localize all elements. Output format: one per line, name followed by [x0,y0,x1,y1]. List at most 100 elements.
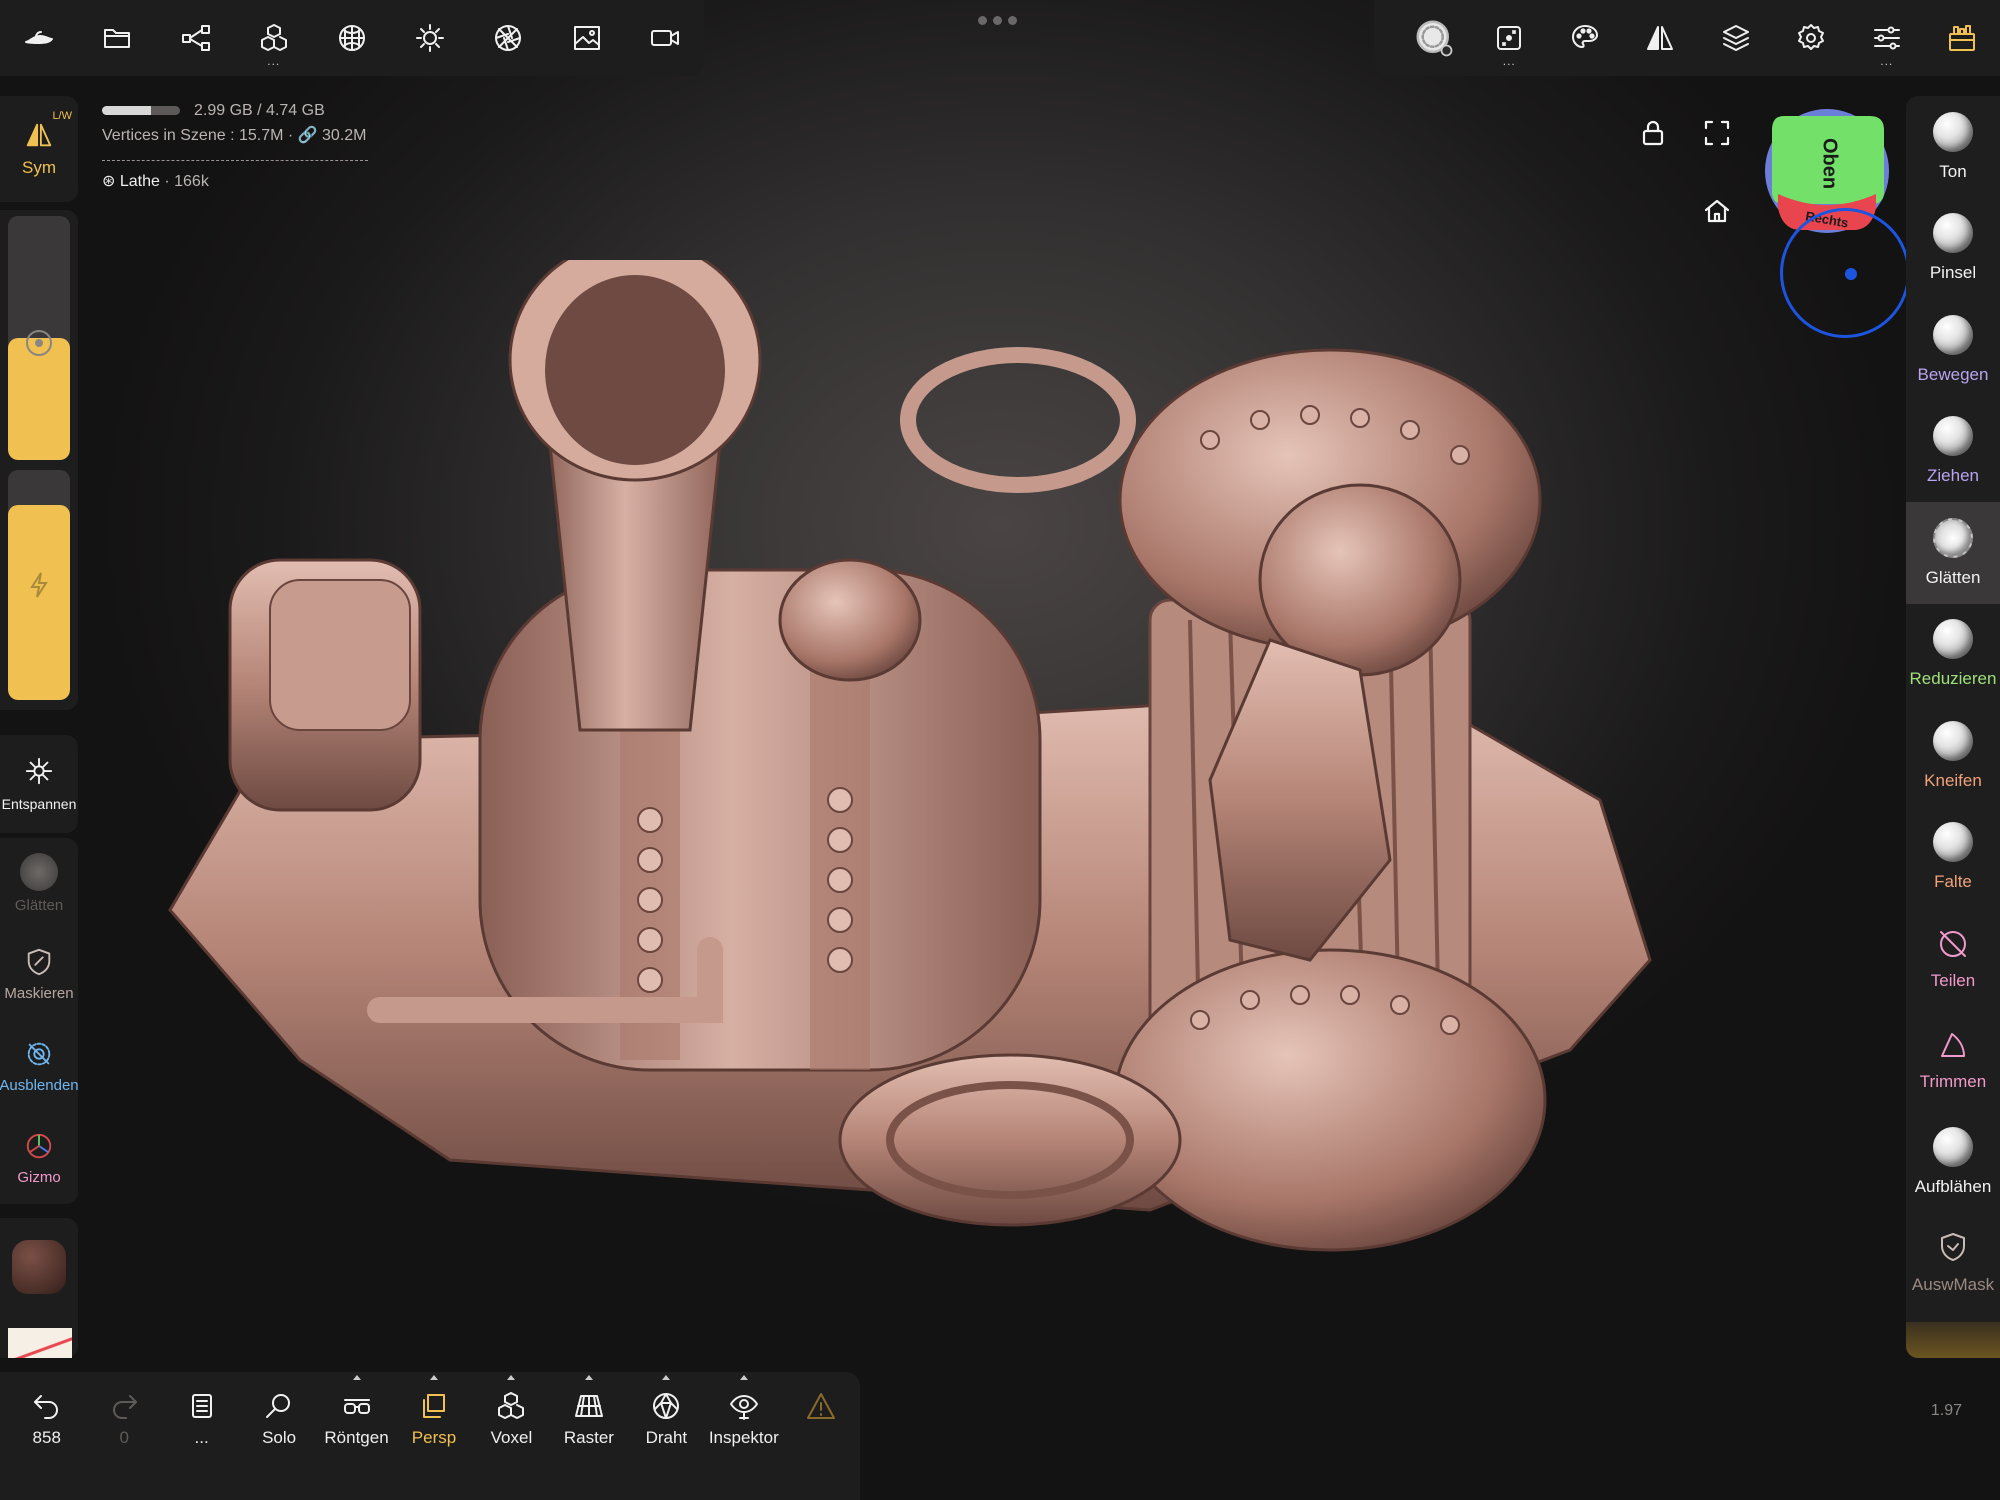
intensity-slider-fill [8,504,70,700]
redo-count: 0 [119,1428,129,1447]
tool-crease-label: Falte [1934,872,1972,892]
xray-button[interactable]: Röntgen [318,1372,395,1500]
intensity-slider[interactable] [8,470,70,700]
quick-tools-panel: Glätten Maskieren Ausblenden Gizmo [0,838,79,1204]
folder-icon[interactable] [78,0,156,76]
object-name: Lathe [119,173,160,190]
inspector-button[interactable]: Inspektor [705,1372,782,1500]
wireframe-icon [653,1393,680,1419]
vertices-count: 15.7M [238,127,284,144]
bottom-toolbar: 858 0 ... Solo Röntgen Persp Voxel Raste… [0,1372,860,1500]
window-handle[interactable] [978,16,1017,25]
material-sphere[interactable] [12,1240,66,1294]
memory-usage: 2.99 GB / 4.74 GB [102,98,368,123]
history-button[interactable]: ... [163,1372,240,1500]
lock-camera-icon[interactable] [1638,118,1668,153]
solo-button[interactable]: Solo [240,1372,317,1500]
stroke-settings-icon[interactable]: ... [1472,0,1548,76]
inspector-eye-icon [729,1395,758,1420]
symmetry-icon[interactable] [1623,0,1699,76]
gizmo-top-label: Oben [1818,137,1841,190]
mesh-icon[interactable]: ... [235,0,313,76]
tool-smooth[interactable]: Glätten [1906,502,2000,604]
tool-hide[interactable]: Ausblenden [0,1020,79,1112]
tool-move[interactable]: Bewegen [1906,299,2000,401]
symmetry-toggle[interactable]: Sym L/W [0,96,78,202]
orbit-dot [1845,268,1857,280]
tool-relax[interactable]: Entspannen [0,735,78,833]
color-swatch[interactable] [8,1328,72,1358]
tool-flatten[interactable]: Reduzieren [1906,604,2000,706]
select-mask-icon [1941,1233,1965,1262]
grid-label: Raster [563,1428,614,1447]
layers-icon[interactable] [1698,0,1774,76]
inspector-caret [739,1375,748,1380]
tool-brush[interactable]: Pinsel [1906,198,2000,300]
undo-button[interactable]: 858 [8,1372,85,1500]
tool-drag[interactable]: Ziehen [1906,401,2000,503]
settings-gear-icon[interactable] [1774,0,1850,76]
topology-icon[interactable] [313,0,391,76]
camera-icon[interactable] [626,0,704,76]
grid-icon [574,1395,603,1417]
sculpt-model[interactable] [150,260,1800,1260]
tool-smooth-quick[interactable]: Glätten [0,838,78,928]
clay-brush-icon [1933,111,1973,152]
solo-icon [266,1394,291,1418]
tool-gizmo[interactable]: Gizmo [0,1112,78,1204]
xray-label: Röntgen [324,1428,389,1447]
split-icon [1940,930,1966,957]
hide-icon [27,1042,51,1065]
perspective-button[interactable]: Persp [395,1372,472,1500]
tool-hide-label: Ausblenden [0,1076,79,1094]
sliders-icon[interactable]: ... [1849,0,1925,76]
radius-icon [26,330,52,356]
scene-tree-icon[interactable] [156,0,234,76]
wireframe-button[interactable]: Draht [628,1372,705,1500]
grid-button[interactable]: Raster [550,1372,627,1500]
vertices-info: Vertices in Szene : 15.7M · 🔗 30.2M [102,127,367,144]
tool-mask[interactable]: Maskieren [0,928,78,1020]
tool-clay[interactable]: Ton [1906,96,2000,198]
brush-sliders-panel [0,210,78,710]
vertices-label: Vertices in Szene : [102,127,235,144]
warning-button[interactable] [783,1372,860,1500]
brush-stroke-icon[interactable] [1396,0,1472,76]
tool-move-label: Bewegen [1917,364,1989,384]
gizmo-icon [26,1133,52,1158]
tool-crease[interactable]: Falte [1906,807,2000,909]
material-icon[interactable] [469,0,547,76]
symmetry-badge: L/W [52,110,72,122]
undo-count: 858 [32,1428,61,1447]
tool-trim[interactable]: Trimmen [1906,1010,2000,1112]
voxel-button[interactable]: Voxel [473,1372,550,1500]
tool-clay-label: Ton [1939,161,1967,181]
tool-split[interactable]: Teilen [1906,908,2000,1010]
smooth-brush-icon [20,852,58,891]
fullscreen-icon[interactable] [1702,118,1732,153]
home-view-icon[interactable] [1702,196,1732,231]
redo-button[interactable]: 0 [85,1372,162,1500]
selected-object[interactable]: ⊛ Lathe · 166k [102,169,368,194]
mesh-more: ... [267,54,281,68]
tool-select-mask[interactable]: AuswMask [1906,1213,2000,1315]
background-image-icon[interactable] [548,0,626,76]
toolbox-icon[interactable] [1925,0,2000,76]
inspector-label: Inspektor [708,1428,779,1447]
tool-smooth-label-right: Glätten [1925,567,1981,587]
nomad-logo-icon[interactable] [0,0,78,76]
symmetry-panel: Sym L/W [0,96,78,202]
history-more: ... [194,1428,209,1447]
palette-icon[interactable] [1547,0,1623,76]
xray-caret [352,1375,361,1380]
stroke-more: ... [1502,54,1516,68]
tool-pinch[interactable]: Kneifen [1906,705,2000,807]
radius-slider[interactable] [8,216,70,460]
tool-inflate[interactable]: Aufblähen [1906,1111,2000,1213]
relax-panel: Entspannen [0,735,78,833]
persp-caret [429,1375,438,1380]
material-small-icon: ⊛ [102,173,116,190]
light-icon[interactable] [391,0,469,76]
info-divider [102,160,368,161]
xray-glasses-icon [343,1399,370,1414]
